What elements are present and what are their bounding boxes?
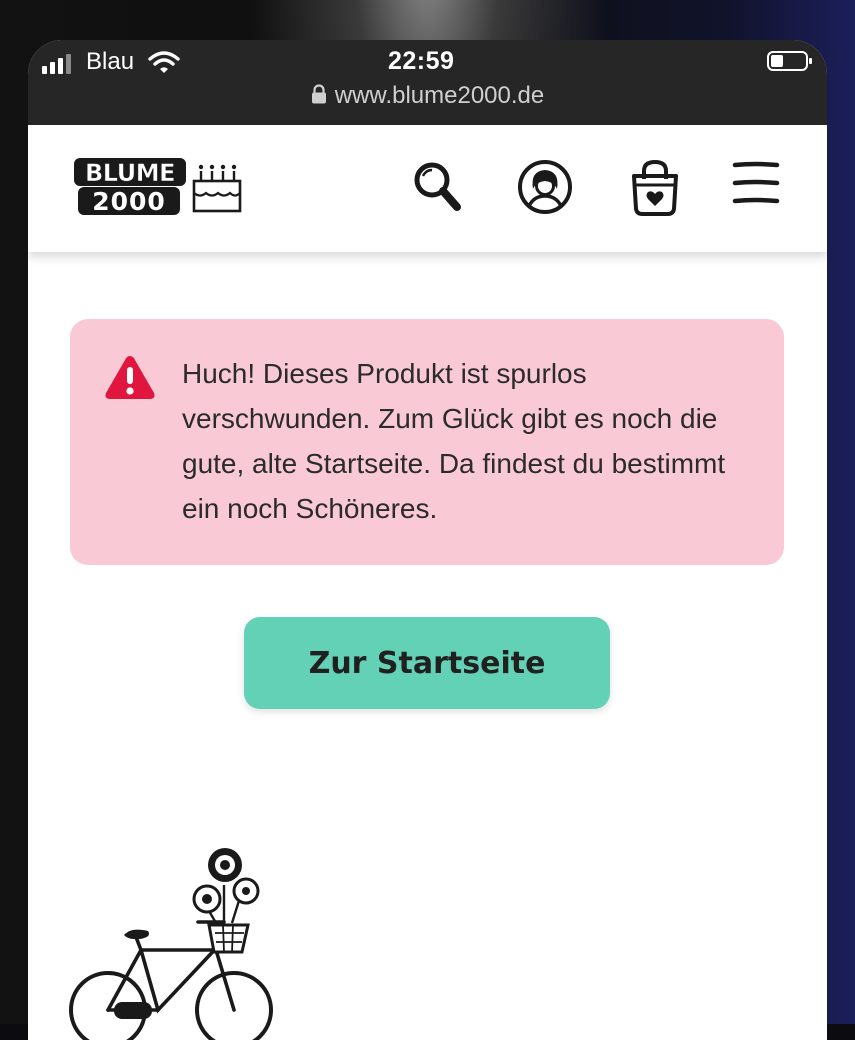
account-icon[interactable] bbox=[517, 159, 573, 220]
main-content: Huch! Dieses Produkt ist spurlos verschw… bbox=[28, 252, 827, 1040]
bicycle-illustration bbox=[66, 845, 276, 1040]
cake-icon bbox=[192, 164, 242, 213]
site-header: BLUME 2000 bbox=[28, 125, 827, 252]
svg-text:2000: 2000 bbox=[92, 187, 166, 216]
phone-screen: Blau 22:59 www.blume2000.de BLUME 2000 H… bbox=[28, 40, 827, 1040]
clock: 22:59 bbox=[388, 47, 455, 75]
alert-message: Huch! Dieses Produkt ist spurlos verschw… bbox=[182, 358, 726, 524]
carrier-label: Blau bbox=[86, 48, 135, 75]
error-alert: Huch! Dieses Produkt ist spurlos verschw… bbox=[70, 319, 784, 565]
wifi-icon bbox=[148, 50, 180, 79]
blume2000-logo[interactable]: BLUME 2000 bbox=[72, 155, 244, 224]
warning-icon bbox=[103, 353, 157, 406]
signal-icon bbox=[42, 54, 71, 74]
status-bar: Blau 22:59 www.blume2000.de bbox=[28, 40, 827, 125]
battery-icon bbox=[767, 51, 813, 71]
search-icon[interactable] bbox=[412, 159, 464, 220]
svg-text:BLUME: BLUME bbox=[85, 159, 175, 187]
home-button[interactable]: Zur Startseite bbox=[244, 617, 610, 709]
cart-icon[interactable] bbox=[629, 159, 681, 222]
address-bar[interactable]: www.blume2000.de bbox=[28, 82, 827, 111]
url-text: www.blume2000.de bbox=[334, 82, 545, 109]
menu-icon[interactable] bbox=[732, 159, 780, 214]
lock-icon bbox=[311, 83, 327, 111]
